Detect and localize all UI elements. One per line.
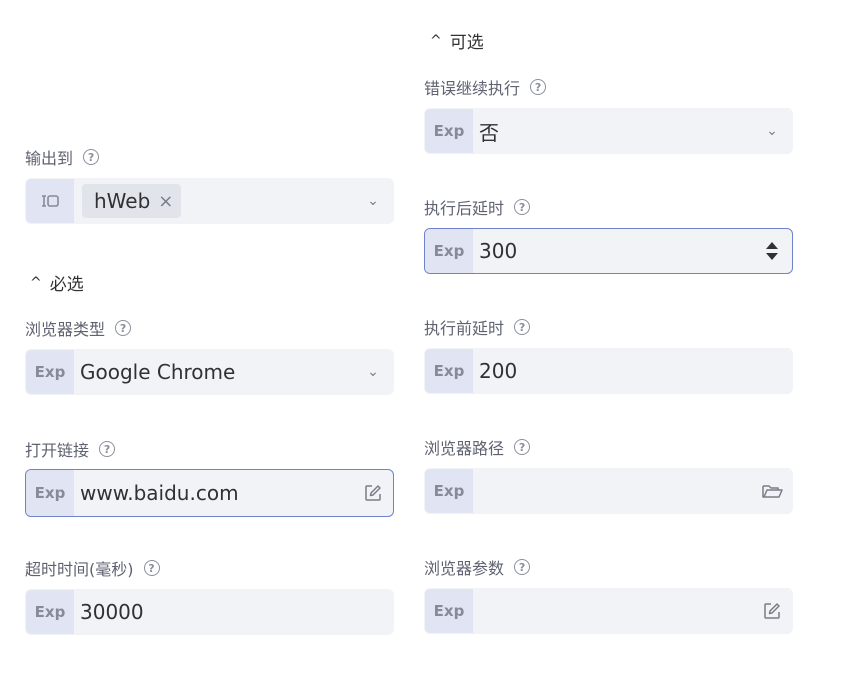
delay-after-label: 执行后延时	[424, 199, 505, 218]
browser-type-value: Google Chrome	[80, 360, 236, 384]
delay-after-value[interactable]: 300	[473, 239, 752, 263]
output-select[interactable]: hWeb × ⌄	[25, 178, 394, 224]
spinner-arrows-icon[interactable]	[752, 242, 792, 260]
delay-before-value[interactable]: 200	[473, 359, 792, 383]
browser-path-label: 浏览器路径	[424, 439, 505, 458]
caret-up-icon: ^	[430, 32, 442, 49]
delay-after-label-row: 执行后延时 ?	[424, 195, 531, 219]
exp-toggle[interactable]: Exp	[425, 229, 473, 273]
help-icon[interactable]: ?	[514, 199, 531, 215]
browser-type-select[interactable]: Exp Google Chrome ⌄	[25, 349, 394, 395]
browser-args-label: 浏览器参数	[424, 559, 505, 578]
delay-after-input[interactable]: Exp 300	[424, 228, 793, 274]
optional-section-toggle[interactable]: ^ 可选	[430, 28, 484, 54]
exp-toggle[interactable]: Exp	[425, 109, 473, 153]
edit-icon[interactable]	[752, 601, 792, 621]
browser-args-label-row: 浏览器参数 ?	[424, 555, 531, 579]
timeout-label-row: 超时时间(毫秒) ?	[25, 556, 160, 580]
open-link-input[interactable]: Exp www.baidu.com	[25, 469, 394, 517]
chevron-down-icon[interactable]: ⌄	[752, 123, 792, 139]
output-label: 输出到	[25, 149, 74, 168]
exp-toggle[interactable]: Exp	[26, 590, 74, 634]
caret-up-icon: ^	[30, 274, 42, 291]
exp-toggle[interactable]: Exp	[425, 349, 473, 393]
close-icon[interactable]: ×	[158, 191, 173, 212]
continue-on-error-label: 错误继续执行	[424, 79, 521, 98]
continue-on-error-value: 否	[479, 120, 499, 145]
delay-before-input[interactable]: Exp 200	[424, 348, 793, 394]
browser-path-label-row: 浏览器路径 ?	[424, 435, 531, 459]
open-link-label-row: 打开链接 ?	[25, 437, 116, 461]
variable-icon[interactable]	[26, 179, 74, 223]
help-icon[interactable]: ?	[99, 441, 116, 457]
edit-icon[interactable]	[353, 483, 393, 503]
help-icon[interactable]: ?	[83, 149, 100, 165]
optional-section-label: 可选	[449, 33, 484, 53]
exp-toggle[interactable]: Exp	[26, 470, 74, 516]
help-icon[interactable]: ?	[143, 560, 160, 576]
timeout-input[interactable]: Exp 30000	[25, 589, 394, 635]
browser-type-label-row: 浏览器类型 ?	[25, 316, 132, 340]
timeout-label: 超时时间(毫秒)	[25, 560, 134, 579]
browser-path-input[interactable]: Exp	[424, 468, 793, 514]
output-label-row: 输出到 ?	[25, 145, 100, 169]
continue-on-error-select[interactable]: Exp 否 ⌄	[424, 108, 793, 154]
delay-before-label: 执行前延时	[424, 319, 505, 338]
output-tag: hWeb ×	[82, 184, 182, 218]
browser-type-label: 浏览器类型	[25, 320, 106, 339]
chevron-down-icon[interactable]: ⌄	[353, 364, 393, 380]
chevron-down-icon[interactable]: ⌄	[353, 193, 393, 209]
required-section-toggle[interactable]: ^ 必选	[30, 270, 84, 296]
open-link-label: 打开链接	[25, 441, 90, 460]
browser-args-input[interactable]: Exp	[424, 588, 793, 634]
help-icon[interactable]: ?	[514, 439, 531, 455]
folder-icon[interactable]	[752, 481, 792, 501]
help-icon[interactable]: ?	[115, 320, 132, 336]
help-icon[interactable]: ?	[514, 559, 531, 575]
open-link-value[interactable]: www.baidu.com	[74, 481, 353, 505]
continue-on-error-label-row: 错误继续执行 ?	[424, 75, 547, 99]
timeout-value[interactable]: 30000	[74, 600, 393, 624]
help-icon[interactable]: ?	[514, 319, 531, 335]
exp-toggle[interactable]: Exp	[425, 469, 473, 513]
exp-toggle[interactable]: Exp	[26, 350, 74, 394]
required-section-label: 必选	[49, 275, 84, 295]
help-icon[interactable]: ?	[530, 79, 547, 95]
delay-before-label-row: 执行前延时 ?	[424, 315, 531, 339]
output-tag-text: hWeb	[94, 189, 151, 213]
exp-toggle[interactable]: Exp	[425, 589, 473, 633]
